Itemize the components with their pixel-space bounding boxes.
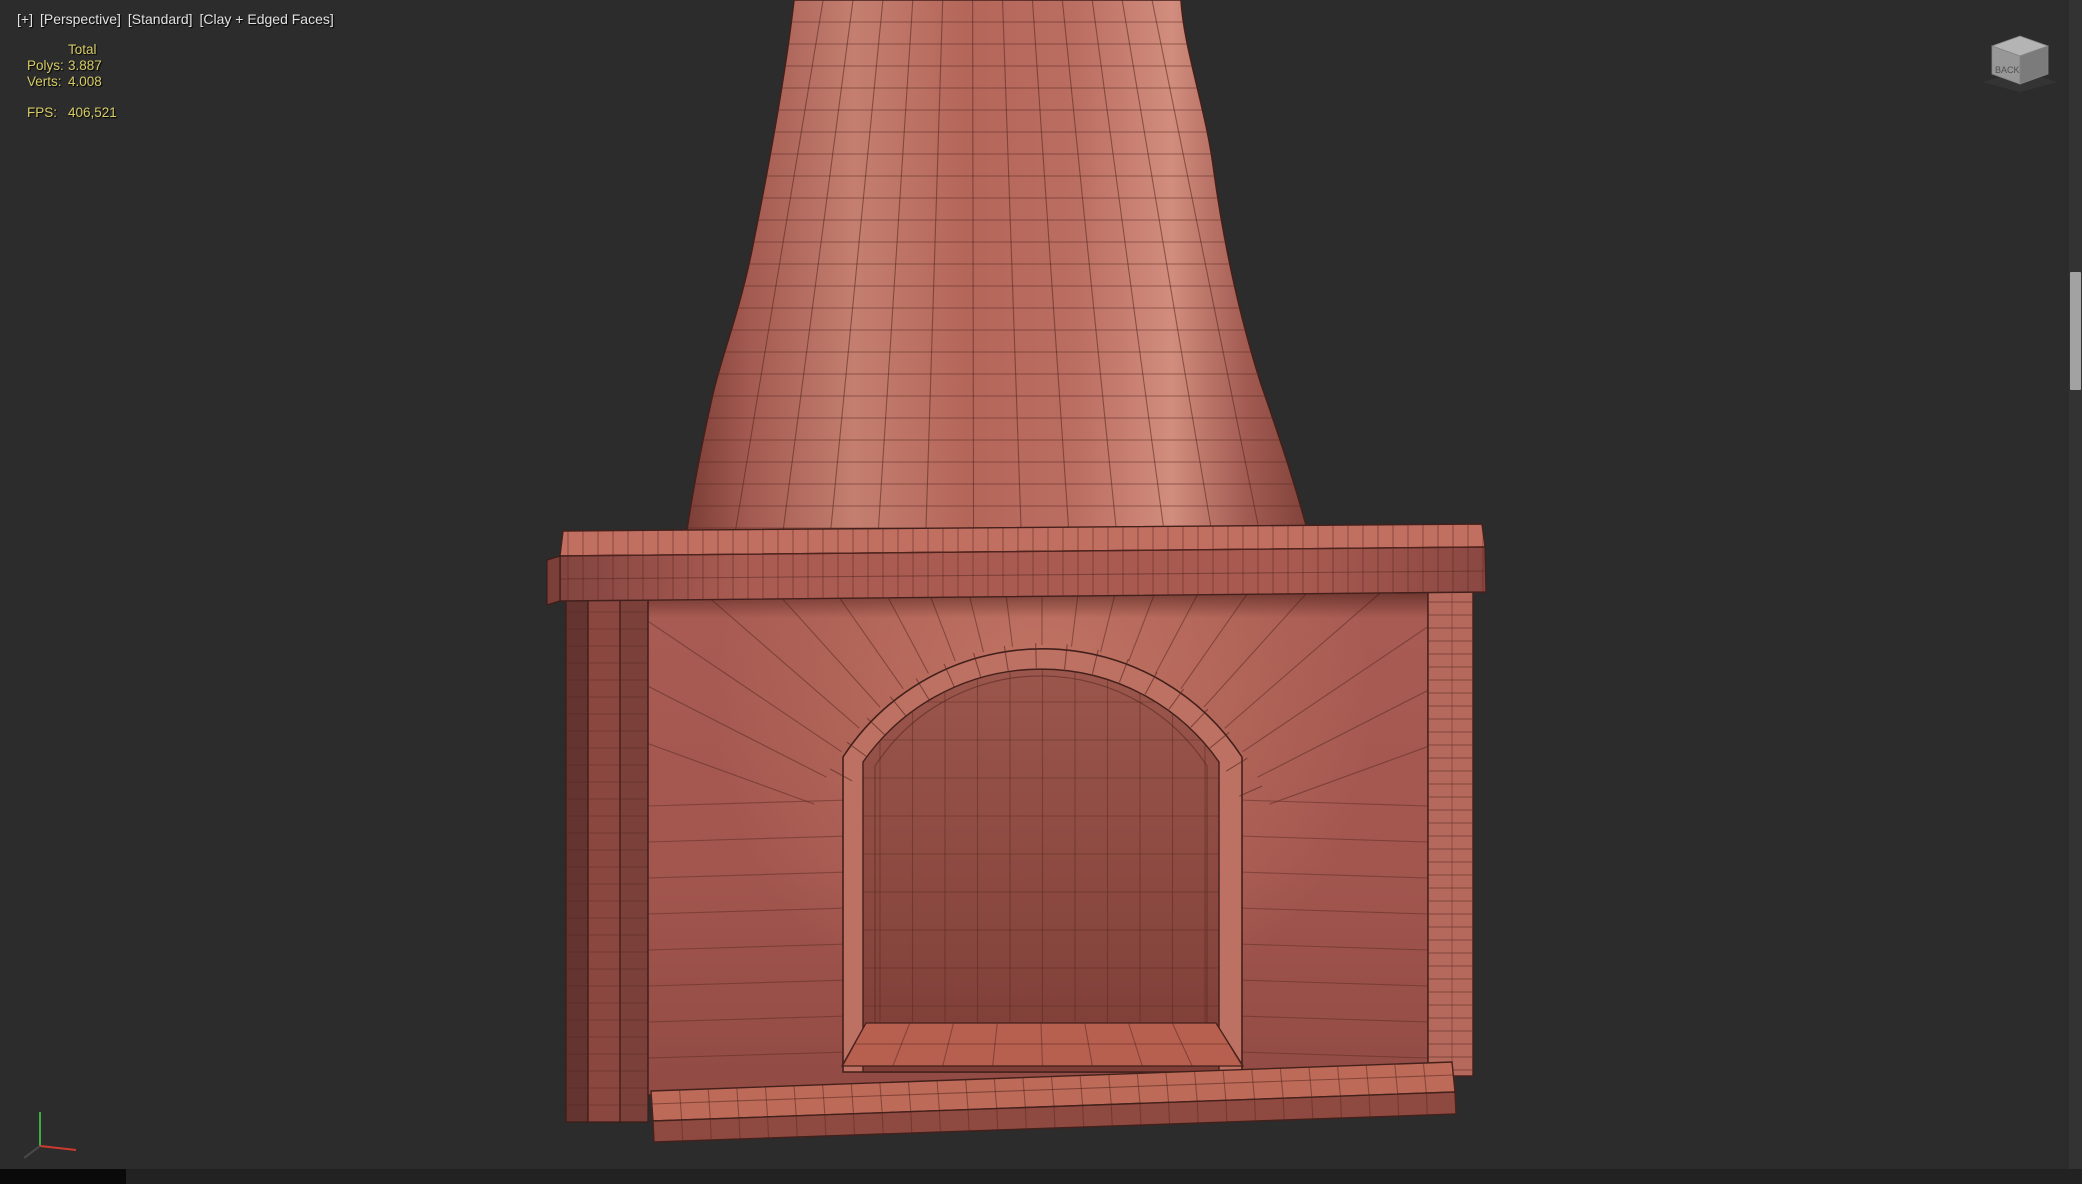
stats-polys-row: Polys: 3.887 bbox=[27, 58, 117, 74]
firebox-opening bbox=[829, 643, 1263, 1073]
viewport-general-menu[interactable]: [+] bbox=[17, 11, 33, 27]
stats-fps-label: FPS: bbox=[27, 105, 58, 120]
stats-verts-value: 4.008 bbox=[68, 74, 102, 89]
viewport-pov-menu[interactable]: [Perspective] bbox=[40, 11, 121, 27]
stats-polys-value: 3.887 bbox=[68, 58, 102, 73]
stats-fps-value: 406,521 bbox=[68, 105, 117, 120]
stats-verts-row: Verts: 4.008 bbox=[27, 74, 117, 90]
viewport: [+] [Perspective] [Standard] [Clay + Edg… bbox=[0, 0, 2082, 1184]
viewport-label: [+] [Perspective] [Standard] [Clay + Edg… bbox=[17, 11, 334, 27]
viewcube[interactable]: BACK bbox=[1972, 24, 2076, 106]
stats-polys-label: Polys: bbox=[27, 58, 64, 73]
viewport-standard-menu[interactable]: [Standard] bbox=[128, 11, 193, 27]
viewport-shading-menu[interactable]: [Clay + Edged Faces] bbox=[200, 11, 334, 27]
bottom-strip bbox=[126, 1169, 2082, 1184]
stats-verts-label: Verts: bbox=[27, 74, 62, 89]
stats-total-header: Total bbox=[68, 42, 97, 57]
statistics-overlay: Total Polys: 3.887 Verts: 4.008 FPS: 406… bbox=[27, 42, 117, 121]
stats-fps-row: FPS: 406,521 bbox=[27, 105, 117, 121]
vertical-scrollbar-thumb[interactable] bbox=[2070, 272, 2081, 390]
viewport-canvas[interactable] bbox=[0, 0, 2082, 1184]
vertical-scrollbar-track[interactable] bbox=[2069, 0, 2082, 1184]
stats-header-row: Total bbox=[27, 42, 117, 58]
bottom-left-block bbox=[0, 1169, 126, 1184]
viewcube-face-label: BACK bbox=[1995, 65, 2020, 75]
fireplace-mantel bbox=[546, 523, 1487, 606]
